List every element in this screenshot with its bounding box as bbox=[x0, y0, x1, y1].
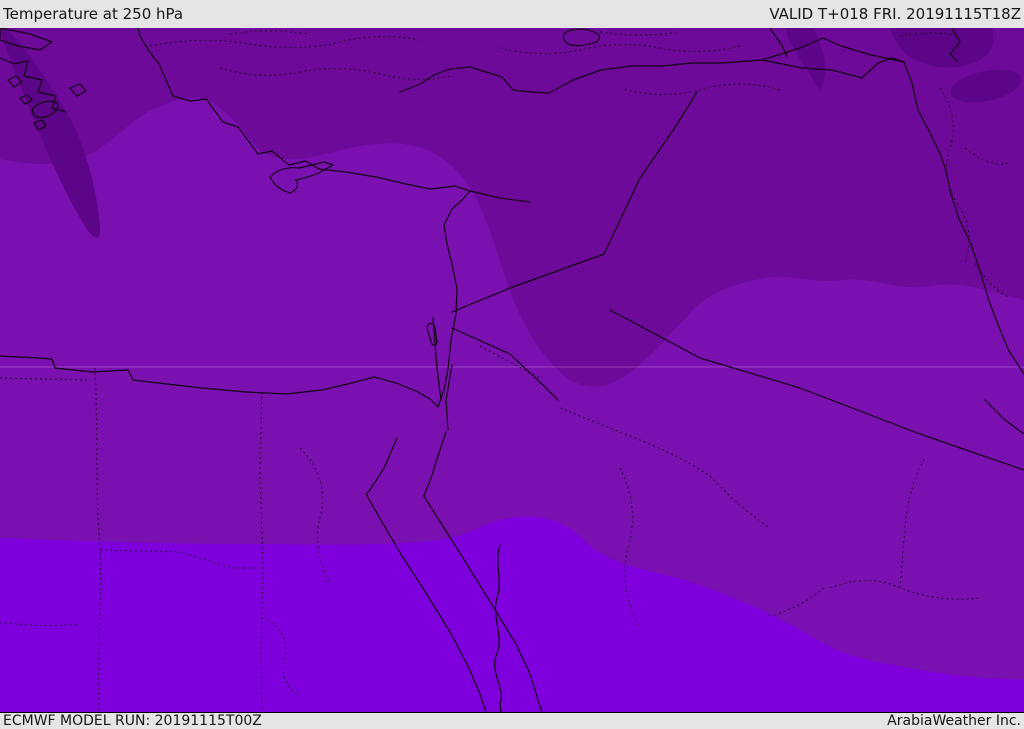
valid-time-label: VALID T+018 FRI. 20191115T18Z bbox=[769, 5, 1021, 23]
weather-map bbox=[0, 28, 1024, 712]
header-bar: Temperature at 250 hPa VALID T+018 FRI. … bbox=[0, 0, 1024, 28]
credit-label: ArabiaWeather Inc. bbox=[887, 713, 1021, 729]
weather-map-screenshot: Temperature at 250 hPa VALID T+018 FRI. … bbox=[0, 0, 1024, 729]
footer-bar: ECMWF MODEL RUN: 20191115T00Z ArabiaWeat… bbox=[0, 712, 1024, 729]
model-run-label: ECMWF MODEL RUN: 20191115T00Z bbox=[3, 713, 262, 729]
map-title: Temperature at 250 hPa bbox=[3, 5, 184, 23]
